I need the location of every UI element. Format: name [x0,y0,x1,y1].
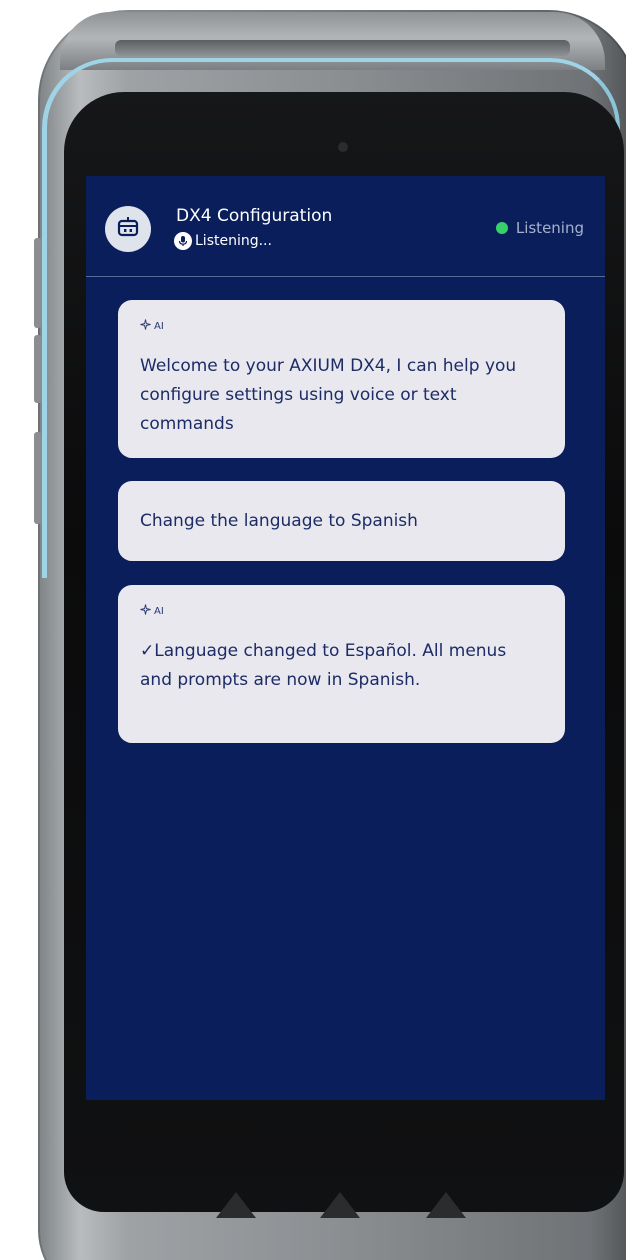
assistant-avatar[interactable] [105,206,151,252]
ai-tag-label: AI [154,320,164,332]
sparkle-icon [140,319,151,333]
ai-tag: AI [140,319,543,333]
side-button-middle [34,335,42,403]
bottom-key-left [216,1192,256,1218]
status-dot [495,222,508,234]
side-button-lower [34,432,42,524]
bottom-key-right [426,1192,466,1218]
robot-icon [115,214,141,244]
bottom-key-center [320,1192,360,1218]
user-message-bubble: Change the language to Spanish [118,481,565,561]
app-screen: DX4 Configuration Listening... Listening [86,176,605,1100]
ai-message-text: Welcome to your AXIUM DX4, I can help yo… [140,356,517,434]
user-message-text: Change the language to Spanish [140,510,418,531]
ai-message-text: ✓Language changed to Español. All menus … [140,641,507,690]
listening-subtitle: Listening... [195,233,272,249]
chat-header: DX4 Configuration Listening... Listening [86,176,605,277]
device-mockup: DX4 Configuration Listening... Listening [0,0,626,1260]
ai-message-bubble: AI Welcome to your AXIUM DX4, I can help… [118,300,565,458]
microphone-icon [174,232,192,250]
listening-indicator: Listening... [174,232,272,250]
scanner-window [115,40,570,56]
side-button-upper [34,238,42,328]
ai-tag: AI [140,604,543,618]
status-label: Listening [515,219,584,237]
sparkle-icon [140,604,151,618]
front-camera [338,142,348,152]
status-indicator: Listening [495,219,584,237]
ai-tag-label: AI [154,605,164,617]
ai-message-bubble: AI ✓Language changed to Español. All men… [118,585,565,743]
chat-title: DX4 Configuration [176,206,333,226]
